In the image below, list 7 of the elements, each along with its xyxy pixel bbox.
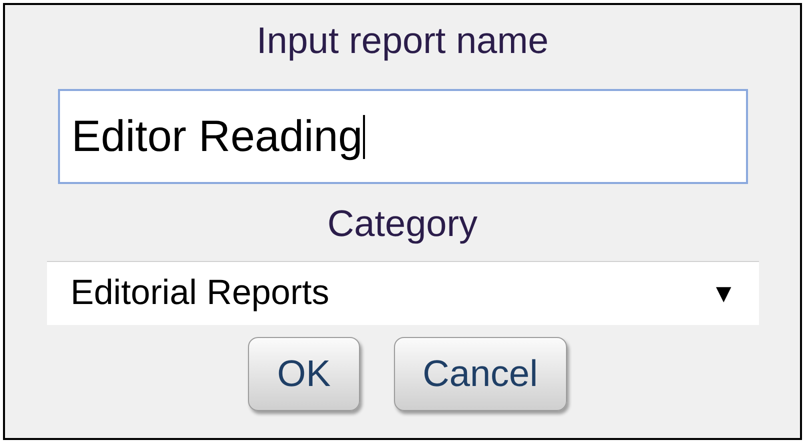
report-name-field[interactable]: Editor Reading <box>58 89 748 184</box>
category-dropdown[interactable]: Editorial Reports ▼ <box>46 261 758 325</box>
text-cursor-icon <box>362 114 365 158</box>
dialog-title: Input report name <box>256 19 549 63</box>
category-label: Category <box>327 202 478 246</box>
cancel-button[interactable]: Cancel <box>394 337 567 411</box>
ok-button[interactable]: OK <box>248 337 360 411</box>
